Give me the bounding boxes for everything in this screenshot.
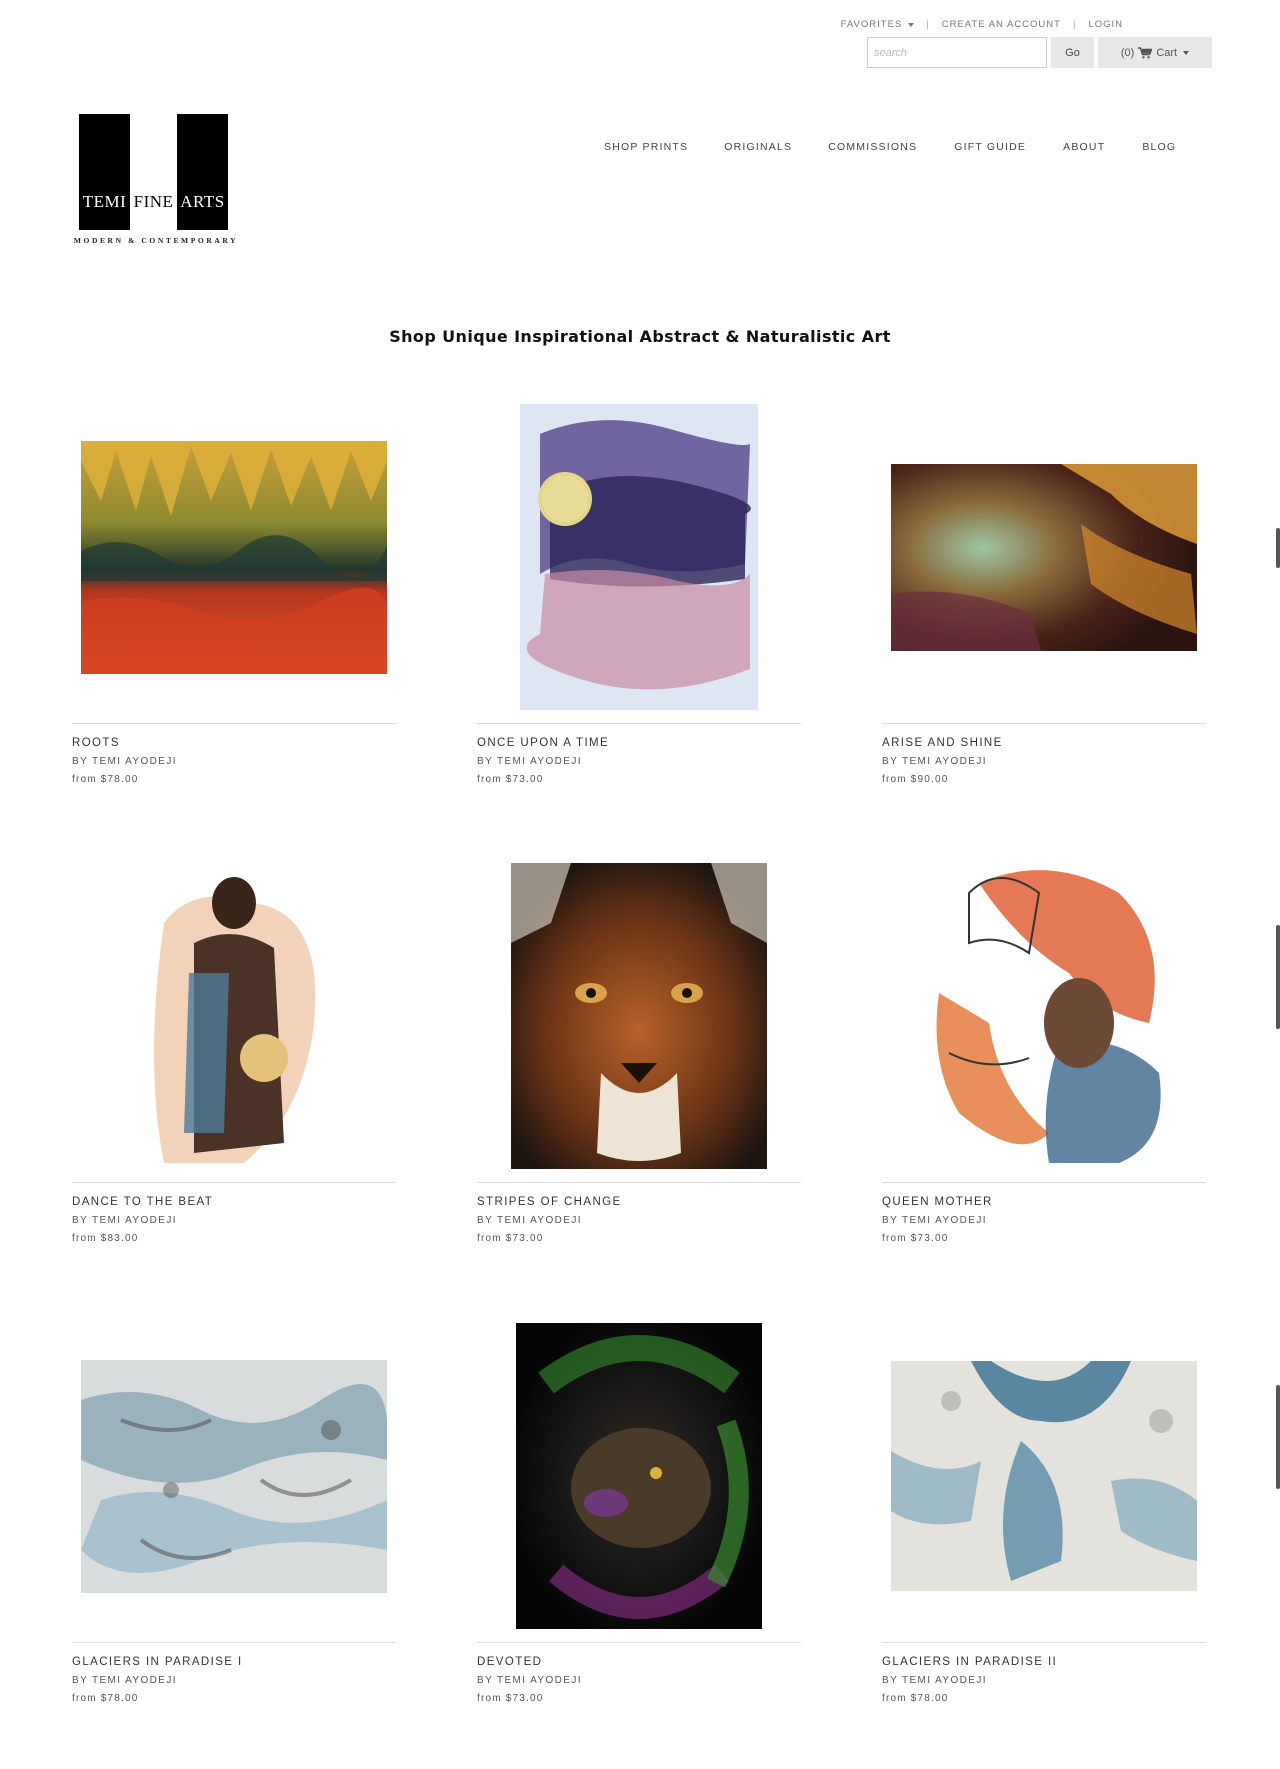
nav-about[interactable]: ABOUT: [1063, 141, 1105, 153]
artwork-devoted: [516, 1323, 762, 1629]
product-image[interactable]: [72, 400, 396, 714]
product-image[interactable]: [477, 859, 801, 1173]
site-logo[interactable]: TEMI FINE ARTS MODERN & CONTEMPORARY: [63, 114, 249, 250]
favorites-link[interactable]: FAVORITES: [841, 19, 915, 30]
product-title[interactable]: GLACIERS IN PARADISE II: [882, 1656, 1057, 1668]
login-link[interactable]: LOGIN: [1088, 19, 1123, 30]
nav-gift-guide[interactable]: GIFT GUIDE: [954, 141, 1026, 153]
artwork-glaciers-in-paradise-ii: [891, 1361, 1197, 1591]
favorites-label: FAVORITES: [840, 19, 903, 30]
product-price: from $73.00: [477, 1693, 544, 1704]
divider: [477, 1182, 801, 1183]
product-price: from $83.00: [72, 1233, 139, 1244]
product-image[interactable]: [477, 1319, 801, 1633]
product-image[interactable]: [72, 859, 396, 1173]
search-input[interactable]: [867, 37, 1047, 68]
utility-nav: FAVORITES | CREATE AN ACCOUNT | LOGIN: [841, 19, 1123, 30]
product-artist: BY TEMI AYODEJI: [72, 756, 177, 767]
divider: [882, 1182, 1206, 1183]
artwork-once-upon-a-time: [520, 404, 758, 710]
cart-count: (0): [1120, 46, 1135, 59]
artwork-glaciers-in-paradise-i: [81, 1359, 387, 1593]
create-account-link[interactable]: CREATE AN ACCOUNT: [942, 19, 1061, 30]
nav-blog[interactable]: BLOG: [1142, 141, 1176, 153]
logo-word-temi: TEMI: [82, 192, 127, 211]
separator: |: [1072, 19, 1077, 30]
product-artist: BY TEMI AYODEJI: [477, 756, 582, 767]
logo-bar-left: [79, 114, 130, 230]
nav-commissions[interactable]: COMMISSIONS: [828, 141, 917, 153]
artwork-stripes-of-change: [511, 863, 767, 1169]
cart-label: Cart: [1156, 46, 1178, 59]
divider: [72, 723, 396, 724]
product-title[interactable]: DANCE TO THE BEAT: [72, 1196, 213, 1208]
product-title[interactable]: ARISE AND SHINE: [882, 737, 1003, 749]
product-title[interactable]: ONCE UPON A TIME: [477, 737, 609, 749]
separator: |: [926, 19, 930, 30]
divider: [882, 1642, 1206, 1643]
divider: [72, 1182, 396, 1183]
product-price: from $78.00: [72, 774, 139, 785]
divider: [72, 1642, 396, 1643]
product-title[interactable]: QUEEN MOTHER: [882, 1196, 993, 1208]
product-artist: BY TEMI AYODEJI: [882, 1675, 987, 1686]
product-title[interactable]: ROOTS: [72, 737, 120, 749]
product-artist: BY TEMI AYODEJI: [477, 1215, 582, 1226]
scroll-indicator[interactable]: [1276, 925, 1280, 1029]
product-price: from $78.00: [72, 1693, 139, 1704]
artwork-queen-mother: [919, 863, 1169, 1169]
chevron-down-icon: [1183, 50, 1190, 55]
divider: [477, 723, 801, 724]
divider: [477, 1642, 801, 1643]
page-title: Shop Unique Inspirational Abstract & Nat…: [389, 327, 891, 346]
product-artist: BY TEMI AYODEJI: [72, 1675, 177, 1686]
go-button[interactable]: Go: [1051, 37, 1094, 68]
nav-originals[interactable]: ORIGINALS: [724, 141, 792, 153]
product-image[interactable]: [72, 1319, 396, 1633]
divider: [882, 723, 1206, 724]
product-price: from $73.00: [882, 1233, 949, 1244]
chevron-down-icon: [908, 22, 915, 27]
product-image[interactable]: [882, 1319, 1206, 1633]
product-price: from $90.00: [882, 774, 949, 785]
product-image[interactable]: [477, 400, 801, 714]
cart-button[interactable]: (0) Cart: [1098, 37, 1212, 68]
scroll-indicator[interactable]: [1276, 1385, 1280, 1489]
product-artist: BY TEMI AYODEJI: [72, 1215, 177, 1226]
product-artist: BY TEMI AYODEJI: [882, 1215, 987, 1226]
scroll-indicator[interactable]: [1276, 528, 1280, 568]
artwork-roots: [81, 440, 387, 674]
logo-word-fine: FINE: [133, 192, 174, 211]
nav-shop-prints[interactable]: SHOP PRINTS: [604, 141, 688, 153]
product-title[interactable]: DEVOTED: [477, 1656, 542, 1668]
logo-wordmark: TEMI FINE ARTS: [79, 192, 228, 212]
product-title[interactable]: GLACIERS IN PARADISE I: [72, 1656, 243, 1668]
artwork-dance-to-the-beat: [134, 863, 334, 1169]
product-image[interactable]: [882, 859, 1206, 1173]
product-price: from $78.00: [882, 1693, 949, 1704]
search-bar: Go (0) Cart: [867, 37, 1212, 68]
product-title[interactable]: STRIPES OF CHANGE: [477, 1196, 622, 1208]
product-artist: BY TEMI AYODEJI: [477, 1675, 582, 1686]
artwork-arise-and-shine: [891, 463, 1197, 651]
product-price: from $73.00: [477, 1233, 544, 1244]
logo-word-arts: ARTS: [180, 192, 225, 211]
logo-tagline: MODERN & CONTEMPORARY: [73, 236, 239, 245]
main-nav: SHOP PRINTS ORIGINALS COMMISSIONS GIFT G…: [604, 141, 1176, 153]
product-artist: BY TEMI AYODEJI: [882, 756, 987, 767]
logo-bar-right: [177, 114, 228, 230]
product-image[interactable]: [882, 400, 1206, 714]
product-price: from $73.00: [477, 774, 544, 785]
cart-icon: [1138, 46, 1153, 59]
